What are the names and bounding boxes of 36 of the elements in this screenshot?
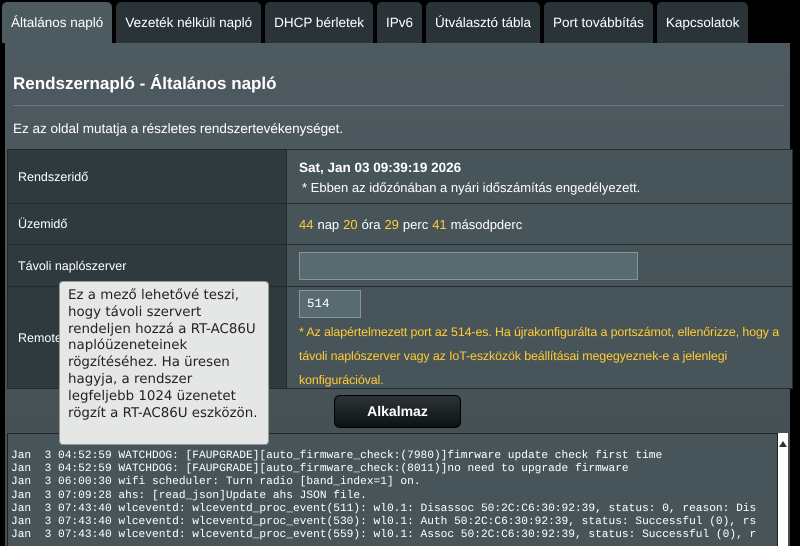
- scroll-up-icon[interactable]: [779, 441, 787, 447]
- uptime-unit: perc: [402, 216, 428, 232]
- page-title: Rendszernapló - Általános napló: [12, 73, 278, 95]
- dst-note: * Ebben az időzónában a nyári időszámítás engedélyezett.: [301, 180, 642, 195]
- log-line: Jan 3 04:52:59 WATCHDOG: [FAUPGRADE][auto_firmware_check:(8011)]no need to upgrade firmware: [11, 463, 630, 476]
- uptime-value: 41: [432, 216, 447, 232]
- log-line: Jan 3 07:43:40 wlceventd: wlceventd_proc_event(559): wl0.1: Assoc 50:2C:C6:30:92:39, status: Successful (0), r: [11, 529, 758, 542]
- field-label: Távoli naplószerver: [18, 258, 126, 272]
- uptime-value: 44: [299, 216, 314, 232]
- log-line: Jan 3 07:09:28 ahs: [read_json]Update ahs JSON file.: [11, 490, 368, 502]
- field-label: Rendszeridő: [18, 170, 88, 184]
- port-input-field[interactable]: 514: [299, 290, 361, 318]
- port-note: * Az alapértelmezett port az 514-es. Ha újrakonfigurálta a portszámot, ellenőrizze, hogy a távoli naplószerver vagy az IoT-eszközök beállításai megegyeznek-e a jelenlegi konfigurációval.: [299, 324, 780, 389]
- server-input-field[interactable]: [299, 252, 638, 280]
- field-label: Üzemidő: [18, 217, 68, 231]
- log-line: Jan 3 07:43:40 wlceventd: wlceventd_proc_event(511): wl0.1: Disassoc 50:2C:C6:30:92:39, status: 0, reason: Dis: [11, 502, 758, 516]
- tab[interactable]: IPv6: [376, 2, 422, 43]
- log-line: Jan 3 07:43:40 wlceventd: wlceventd_proc_event(530): wl0.1: Auth 50:2C:C6:30:92:39, status: Successful (0), rs: [11, 516, 758, 528]
- scrollbar[interactable]: [778, 433, 788, 546]
- tab[interactable]: Vezeték nélküli napló: [116, 2, 262, 43]
- apply-button[interactable]: Alkalmaz: [334, 394, 461, 428]
- page-description: Ez az oldal mutatja a részletes rendszertevékenységet.: [12, 120, 344, 138]
- log-line: Jan 3 04:52:59 WATCHDOG: [FAUPGRADE][auto_firmware_check:(7980)]fimrware update check first time: [11, 450, 664, 462]
- system-time: Sat, Jan 03 09:39:19 2026: [299, 160, 462, 175]
- uptime-value: 20: [343, 216, 358, 232]
- tab[interactable]: DHCP bérletek: [265, 2, 373, 43]
- tab[interactable]: Kapcsolatok: [656, 2, 748, 43]
- tab[interactable]: Port továbbítás: [544, 2, 653, 43]
- uptime-value: 29: [384, 216, 399, 232]
- log-line: Jan 3 06:00:30 wifi scheduler: Turn radio [band_index=1] on.: [11, 476, 422, 490]
- tab[interactable]: Általános napló: [2, 2, 112, 43]
- uptime-unit: nap: [317, 216, 340, 232]
- uptime-unit: óra: [362, 216, 380, 232]
- tab[interactable]: Útválasztó tábla: [426, 2, 540, 43]
- tooltip: Ez a mező lehetővé teszi, hogy távoli szervert rendeljen hozzá a RT-AC86U naplóüzeneteinek rögzítéséhez. Ha üresen hagyja, a rendszer legfeljebb 1024 üzenetet rögzít a RT-AC86U eszközön.: [59, 281, 269, 445]
- uptime-unit: másodpderc: [450, 216, 522, 232]
